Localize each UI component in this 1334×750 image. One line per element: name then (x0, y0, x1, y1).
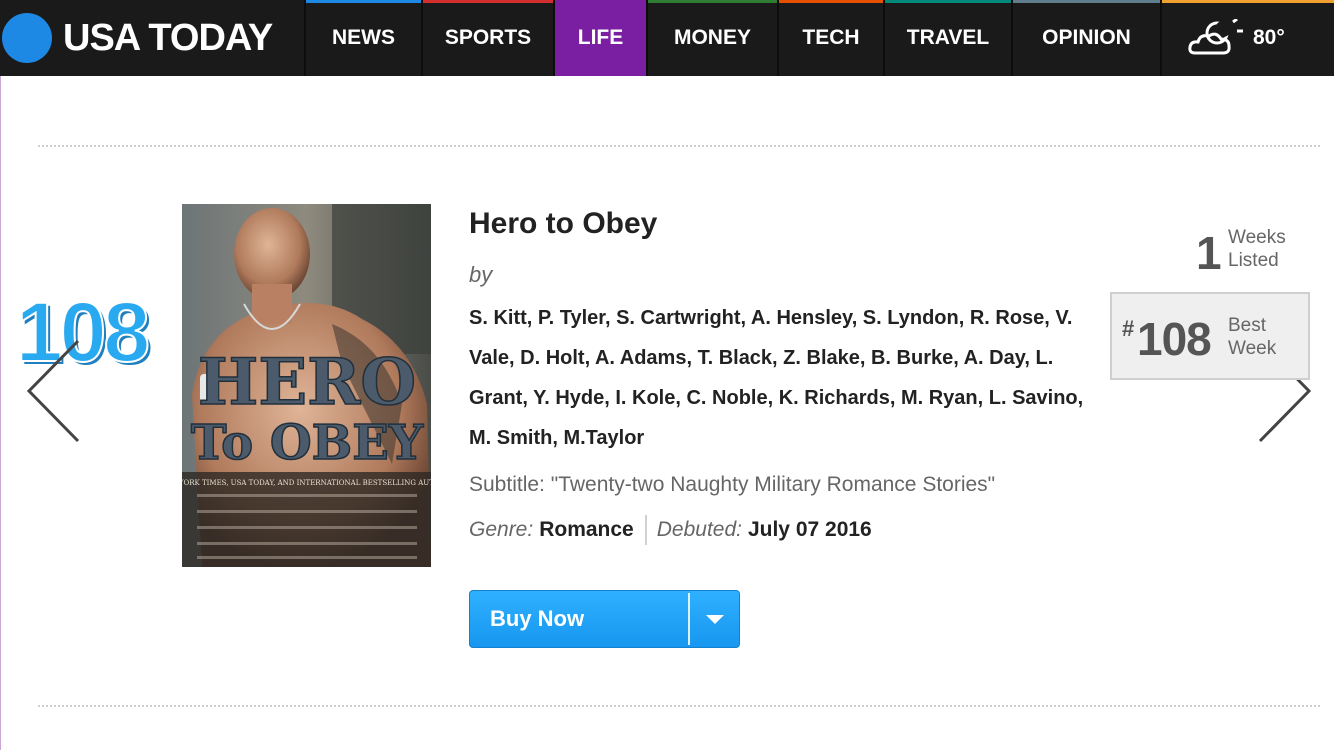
book-authors: S. Kitt, P. Tyler, S. Cartwright, A. Hen… (469, 307, 1084, 449)
tab-travel[interactable]: TRAVEL (883, 0, 1011, 76)
cover-title-line1: HERO (198, 345, 416, 420)
buy-dropdown-toggle[interactable] (690, 613, 739, 625)
book-meta: Genre: Romance Debuted: July 07 2016 (469, 515, 872, 545)
best-week-box: # 108 Best Week (1110, 292, 1310, 380)
buy-now-button[interactable]: Buy Now (469, 590, 740, 648)
tab-opinion[interactable]: OPINION (1011, 0, 1160, 76)
weeks-listed-count: 1 (1196, 227, 1222, 279)
subtitle-label: Subtitle: (469, 473, 545, 496)
genre-label: Genre: (469, 518, 534, 541)
weeks-label-line1: Weeks (1228, 227, 1286, 248)
genre-value: Romance (539, 518, 634, 541)
weather-widget[interactable]: 80° (1160, 0, 1334, 76)
partly-cloudy-night-icon (1188, 19, 1243, 55)
buy-now-label: Buy Now (490, 606, 585, 631)
book-cover[interactable]: HERO To OBEY NEW YORK TIMES, USA TODAY, … (182, 204, 431, 567)
chevron-down-icon (705, 615, 724, 624)
meta-divider (644, 515, 647, 545)
tab-life[interactable]: LIFE (553, 0, 646, 76)
tab-money[interactable]: MONEY (646, 0, 777, 76)
cover-tagline: NEW YORK TIMES, USA TODAY, AND INTERNATI… (182, 479, 431, 487)
divider-bottom (38, 705, 1320, 707)
weeks-label-line2: Listed (1228, 250, 1279, 271)
book-subtitle: Subtitle: "Twenty-two Naughty Military R… (469, 473, 995, 497)
debuted-label: Debuted: (656, 518, 742, 541)
best-rank-hash: # (1122, 316, 1135, 341)
weeks-listed-label: Weeks Listed (1228, 226, 1286, 272)
book-title[interactable]: Hero to Obey (469, 207, 657, 241)
by-label: by (469, 262, 493, 287)
debuted-value: July 07 2016 (747, 518, 872, 541)
tab-news[interactable]: NEWS (304, 0, 421, 76)
buy-button-divider (688, 593, 690, 645)
usa-today-logo[interactable]: USA TODAY (0, 0, 304, 76)
page-edge (0, 76, 1, 750)
logo-text: USA TODAY (63, 16, 273, 59)
best-week-label: Best Week (1228, 314, 1276, 360)
top-nav-bar: USA TODAY NEWS SPORTS LIFE MONEY TECH TR… (0, 0, 1334, 76)
divider-top (38, 145, 1320, 147)
best-label-line2: Week (1228, 338, 1277, 359)
subtitle-value: "Twenty-two Naughty Military Romance Sto… (550, 473, 996, 496)
best-label-line1: Best (1228, 315, 1267, 336)
logo-circle-icon (2, 13, 52, 63)
tab-sports[interactable]: SPORTS (421, 0, 553, 76)
temperature: 80° (1253, 26, 1285, 49)
best-rank-number: 108 (1137, 313, 1212, 365)
tab-tech[interactable]: TECH (777, 0, 883, 76)
previous-arrow-icon[interactable] (24, 338, 84, 444)
cover-title-line2: To OBEY (191, 415, 424, 471)
